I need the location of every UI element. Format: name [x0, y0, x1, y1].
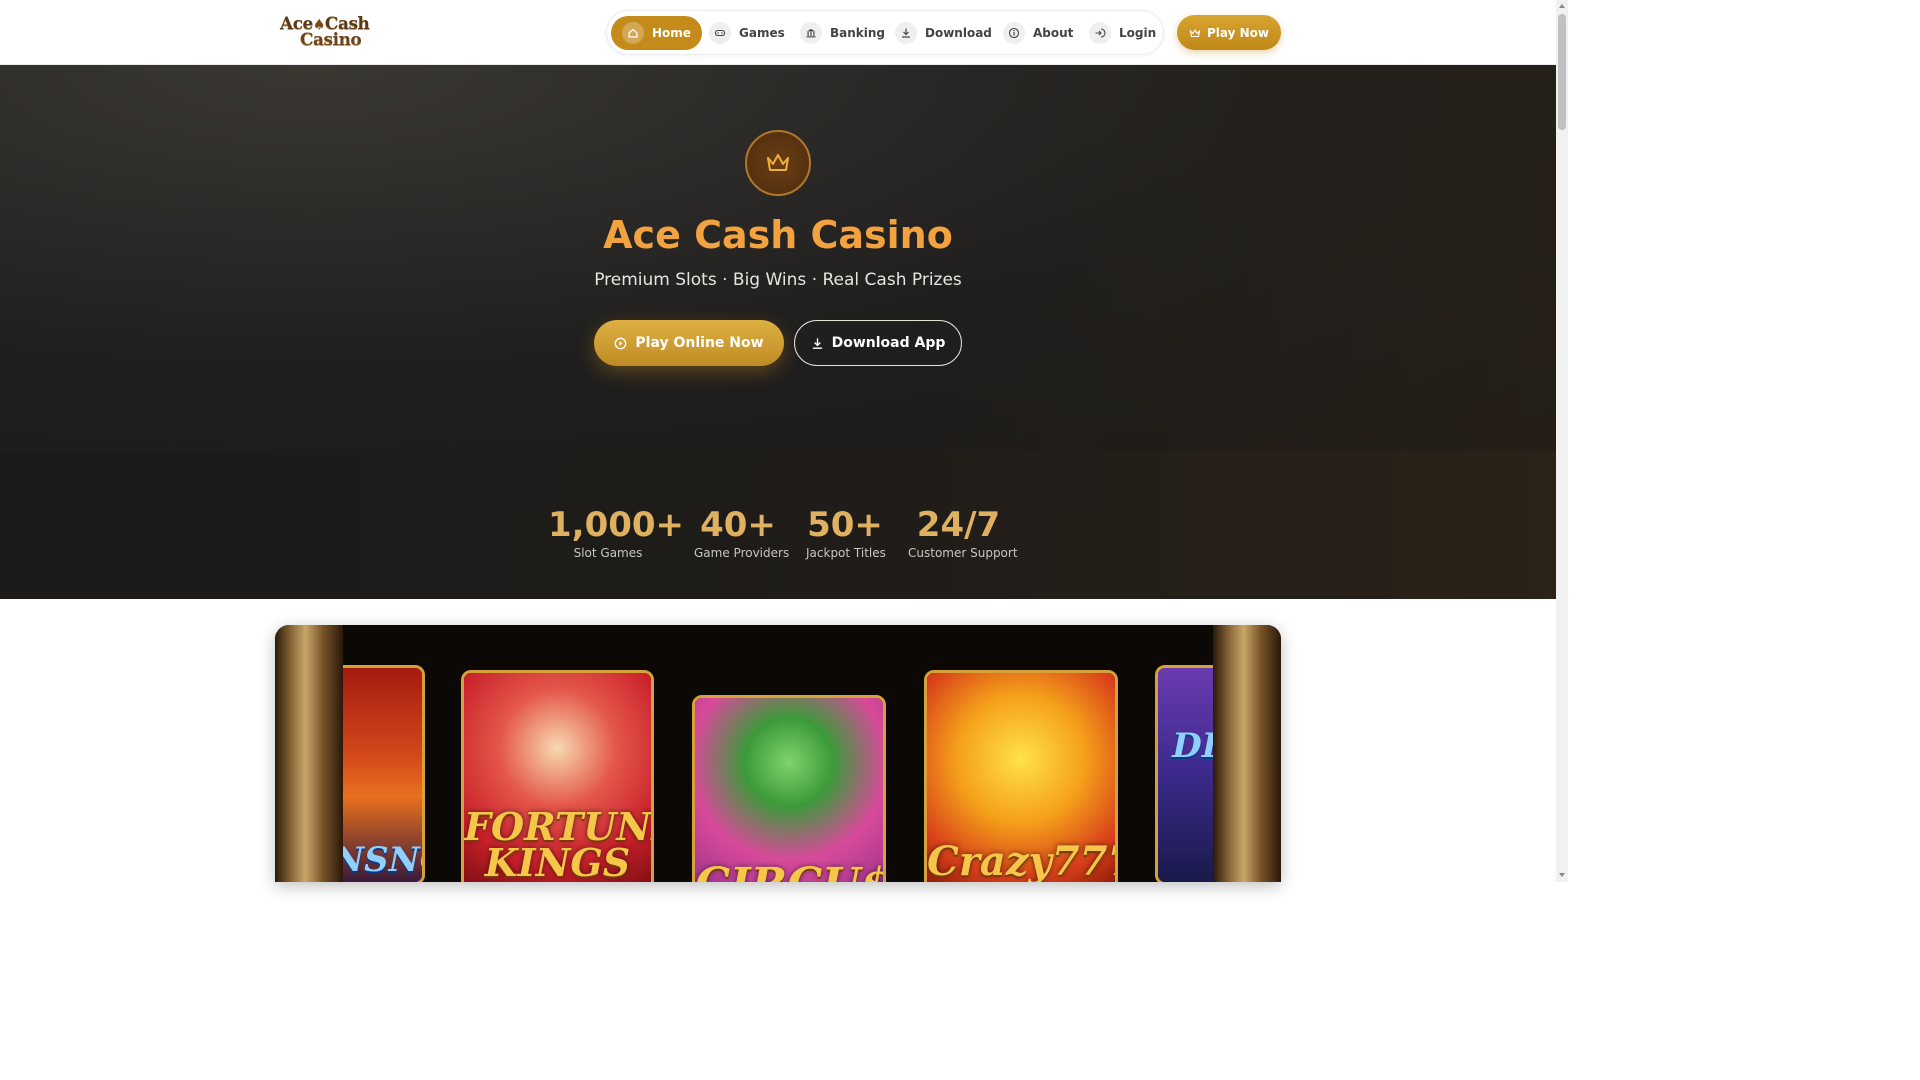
site-header: Ace♠Cash Casino Home Games Banking Downl… — [0, 0, 1556, 65]
game-tile[interactable]: NSNG — [330, 665, 425, 882]
stats-section: 1,000+ Slot Games 40+ Game Providers 50+… — [0, 451, 1556, 599]
info-icon — [1003, 22, 1025, 44]
play-circle-icon — [615, 337, 627, 349]
game-title: CIRCU$ — [695, 863, 883, 882]
scrollbar-thumb[interactable] — [1558, 14, 1566, 130]
game-tile[interactable]: Crazy777 — [924, 670, 1118, 882]
bank-icon — [800, 22, 822, 44]
gamepad-icon — [709, 22, 731, 44]
banner-pillar-left — [275, 625, 343, 882]
nav-label: Login — [1119, 26, 1157, 40]
games-banner: NSNG FORTUNE KINGS CIRCU$ Crazy777 DI — [275, 625, 1281, 882]
stat-label: Customer Support — [908, 546, 1018, 560]
stat-slot-games: 1,000+ Slot Games — [548, 505, 685, 560]
stat-label: Game Providers — [694, 546, 790, 560]
crown-badge — [745, 130, 811, 196]
nav-label: About — [1033, 26, 1074, 40]
nav-label: Home — [652, 26, 691, 40]
nav-item-about[interactable]: About — [1003, 16, 1073, 50]
stat-game-providers: 40+ Game Providers — [694, 505, 790, 560]
stat-label: Jackpot Titles — [806, 546, 886, 560]
game-title: FORTUNE KINGS — [464, 803, 652, 882]
game-tile[interactable]: FORTUNE KINGS — [461, 670, 654, 882]
nav-label: Banking — [830, 26, 886, 40]
play-now-label: Play Now — [1206, 25, 1269, 40]
crown-icon — [1189, 28, 1201, 37]
download-icon — [895, 22, 917, 44]
play-online-label: Play Online Now — [635, 335, 764, 351]
logo-text-bottom: Casino — [300, 30, 362, 50]
nav-item-home[interactable]: Home — [611, 16, 702, 50]
play-now-button[interactable]: Play Now — [1177, 15, 1281, 50]
game-tile[interactable]: CIRCU$ — [692, 695, 886, 882]
download-icon — [812, 337, 822, 349]
nav-label: Games — [739, 26, 785, 40]
banner-pillar-right — [1213, 625, 1281, 882]
nav-item-download[interactable]: Download — [895, 16, 992, 50]
home-icon — [622, 22, 644, 44]
game-art — [695, 698, 883, 882]
download-app-label: Download App — [831, 335, 946, 351]
nav-item-login[interactable]: Login — [1089, 16, 1156, 50]
nav-label: Download — [925, 26, 992, 40]
stat-value: 24/7 — [916, 505, 1001, 545]
play-online-button[interactable]: Play Online Now — [594, 320, 784, 366]
hero-subtitle: Premium Slots · Big Wins · Real Cash Pri… — [594, 270, 962, 290]
hero-section: Ace Cash Casino Premium Slots · Big Wins… — [0, 65, 1556, 451]
scroll-up-arrow-icon[interactable] — [1559, 4, 1565, 8]
game-title: Crazy777 — [927, 838, 1118, 882]
nav-item-games[interactable]: Games — [709, 16, 785, 50]
stat-jackpot-titles: 50+ Jackpot Titles — [806, 505, 886, 560]
scroll-down-arrow-icon[interactable] — [1559, 873, 1565, 877]
stat-value: 40+ — [700, 505, 776, 545]
download-app-button[interactable]: Download App — [794, 320, 962, 366]
site-logo[interactable]: Ace♠Cash Casino — [280, 14, 382, 50]
stat-value: 1,000+ — [548, 505, 685, 545]
game-title: NSNG — [333, 839, 422, 880]
nav-item-banking[interactable]: Banking — [800, 16, 885, 50]
crown-icon — [767, 154, 789, 171]
page-scrollbar[interactable] — [1556, 0, 1568, 882]
login-icon — [1089, 22, 1111, 44]
main-nav: Home Games Banking Download About Login — [606, 10, 1164, 55]
hero-title: Ace Cash Casino — [603, 213, 953, 257]
stat-label: Slot Games — [573, 546, 643, 560]
stat-value: 50+ — [807, 505, 883, 545]
stat-customer-support: 24/7 Customer Support — [908, 505, 1018, 560]
